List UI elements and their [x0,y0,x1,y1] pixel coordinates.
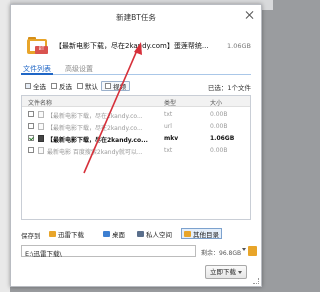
select-all-checkbox[interactable] [25,83,31,89]
header-name[interactable]: 文件名称 [28,98,52,107]
private-space-icon [137,230,144,237]
default-checkbox[interactable] [77,83,83,89]
tab-advanced-settings[interactable]: 高级设置 [63,64,95,74]
save-option-label: 迅雷下载 [58,230,84,239]
invert-checkbox[interactable] [51,83,57,89]
file-size: 0.00B [210,147,228,154]
file-row[interactable]: 【最新电影下载，尽在2kandy.co... txt 0.00B [22,109,250,120]
browse-folder-icon[interactable] [248,246,257,256]
torrent-size: 1.06GB [227,42,251,50]
title-bar: 新建BT任务 [11,5,261,27]
file-type: txt [164,147,173,154]
save-option-label: 桌面 [112,230,125,239]
file-checkbox[interactable] [28,135,34,141]
select-all-button[interactable]: 全选 [25,81,46,91]
file-row[interactable]: 【最新电影下载，尽在2kandy.co... url 0.00B [22,121,250,132]
file-checkbox[interactable] [28,123,34,129]
save-path-row: E:\迅雷下载\ 剩余：96.8GB [21,245,257,258]
torrent-info: BT 【最新电影下载，尽在2kandy.com】蛋莲帮统... 1.06GB [21,33,251,61]
chevron-down-icon[interactable] [238,270,242,274]
save-option-thunder[interactable]: 迅雷下载 [47,228,86,239]
folder-icon [49,230,56,237]
file-list: 文件名称 类型 大小 【最新电影下载，尽在2kandy.co... txt 0.… [21,95,251,220]
url-file-icon [38,123,44,130]
file-toolbar: 全选 反选 默认 视频 已选：1个文件 [21,80,251,92]
download-now-button[interactable]: 立即下载 [205,265,247,279]
file-list-header: 文件名称 类型 大小 [22,96,250,107]
tab-bar: 文件列表 高级设置 [21,63,251,75]
file-checkbox[interactable] [28,111,34,117]
torrent-name[interactable]: 【最新电影下载，尽在2kandy.com】蛋莲帮统... [55,41,209,51]
background-left [0,0,10,292]
file-name: 【最新电影下载，尽在2kandy.co... [47,113,143,120]
save-option-other[interactable]: 其他目录 [181,228,222,239]
dialog-title: 新建BT任务 [116,13,156,22]
save-option-desktop[interactable]: 桌面 [101,228,127,239]
file-type: url [164,123,172,130]
video-checkbox[interactable] [105,83,111,89]
file-name: 【最新电影下载，尽在2kandy.co... [47,137,148,144]
tab-file-list[interactable]: 文件列表 [21,64,53,75]
file-checkbox[interactable] [28,147,34,153]
folder-icon [184,230,191,237]
bt-badge: BT [35,46,48,54]
save-option-label: 私人空间 [146,230,172,239]
remaining-space: 剩余：96.8GB [201,250,242,257]
invert-label: 反选 [59,83,72,91]
select-all-label: 全选 [33,83,46,91]
file-type: mkv [164,135,179,142]
save-option-private[interactable]: 私人空间 [135,228,174,239]
default-label: 默认 [85,83,98,91]
chevron-down-icon[interactable] [242,248,246,251]
txt-file-icon [38,147,44,154]
file-type: txt [164,111,173,118]
txt-file-icon [38,111,44,118]
header-type[interactable]: 类型 [164,98,176,107]
resize-grip[interactable] [253,278,259,284]
download-now-label: 立即下载 [210,268,236,276]
file-size: 0.00B [210,123,228,130]
default-selection-button[interactable]: 默认 [77,81,98,91]
save-option-label: 其他目录 [193,230,219,239]
video-file-icon [38,135,44,142]
file-row[interactable]: 【最新电影下载，尽在2kandy.co... mkv 1.06GB [22,133,250,144]
invert-selection-button[interactable]: 反选 [51,81,72,91]
desktop-icon [103,230,110,237]
file-name: 最新电影 百度搜索2kandy就可以... [47,149,143,156]
save-to-label: 保存到 [21,232,41,240]
save-path-input[interactable]: E:\迅雷下载\ [21,245,196,258]
file-row[interactable]: 最新电影 百度搜索2kandy就可以... txt 0.00B [22,145,250,156]
file-name: 【最新电影下载，尽在2kandy.co... [47,125,143,132]
new-bt-task-dialog: 新建BT任务 BT 【最新电影下载，尽在2kandy.com】蛋莲帮统... 1… [10,4,262,287]
video-label: 视频 [113,83,126,91]
header-size[interactable]: 大小 [210,98,222,107]
bt-folder-icon: BT [27,37,49,55]
file-size: 0.00B [210,111,228,118]
file-size: 1.06GB [210,135,235,142]
save-location-bar: 保存到 迅雷下载 桌面 私人空间 其他目录 [21,227,251,240]
video-filter-button[interactable]: 视频 [101,81,130,91]
close-icon[interactable] [245,10,255,20]
selected-count: 已选：1个文件 [207,84,251,92]
